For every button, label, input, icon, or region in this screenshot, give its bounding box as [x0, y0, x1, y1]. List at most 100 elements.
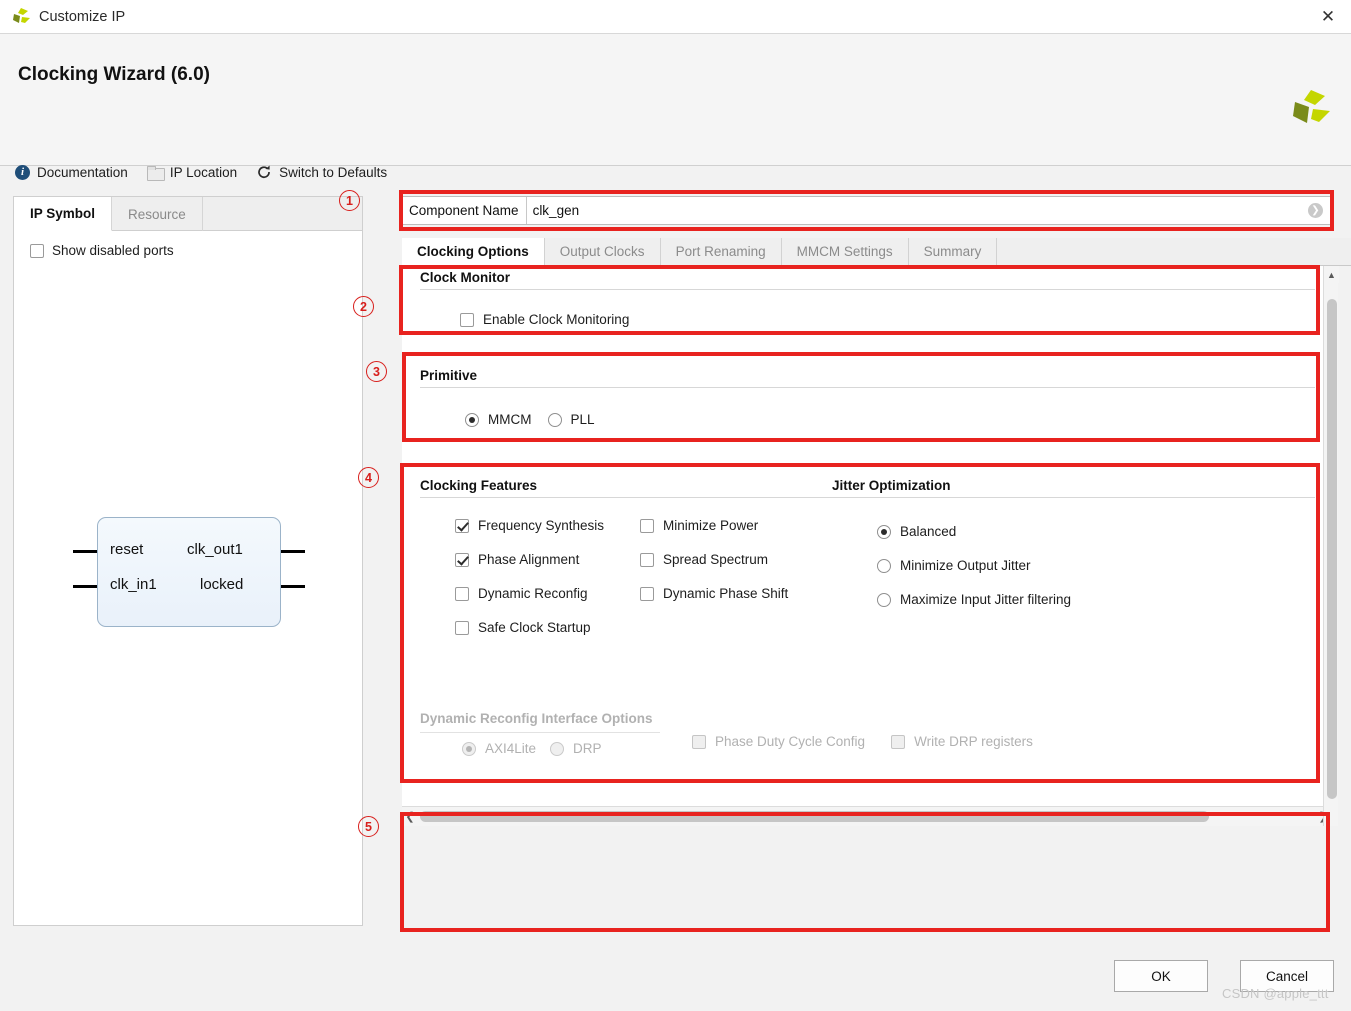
tab-output-clocks[interactable]: Output Clocks	[545, 238, 661, 265]
safe-clock-startup-checkbox[interactable]	[455, 620, 469, 635]
dynamic-reconfig-title: Dynamic Reconfig Interface Options	[420, 711, 653, 726]
clocking-features-title: Clocking Features	[420, 478, 538, 493]
jitter-minimize-output-row[interactable]: Minimize Output Jitter	[877, 558, 1315, 573]
primitive-pll-row[interactable]: PLL	[547, 412, 595, 427]
feature-dynamic-reconfig-row[interactable]: Dynamic Reconfig	[455, 586, 640, 601]
jitter-maximize-input-label: Maximize Input Jitter filtering	[900, 592, 1072, 607]
tab-port-renaming[interactable]: Port Renaming	[661, 238, 782, 265]
xilinx-brand-icon	[1287, 86, 1333, 132]
feature-frequency-synthesis-row[interactable]: Frequency Synthesis	[455, 518, 640, 533]
window-title: Customize IP	[39, 8, 126, 25]
jitter-minimize-output-radio[interactable]	[877, 558, 891, 573]
tab-summary[interactable]: Summary	[909, 238, 998, 265]
dynamic-phase-shift-label: Dynamic Phase Shift	[663, 586, 789, 601]
spread-spectrum-checkbox[interactable]	[640, 552, 654, 567]
customize-ip-window: Customize IP ✕ Clocking Wizard (6.0) i D…	[0, 0, 1351, 1011]
main-tabs: Clocking Options Output Clocks Port Rena…	[402, 238, 1351, 266]
safe-clock-startup-label: Safe Clock Startup	[478, 620, 591, 635]
switch-to-defaults-label: Switch to Defaults	[279, 164, 388, 180]
dynamic-phase-shift-checkbox[interactable]	[640, 586, 654, 601]
drp-drp-row: DRP	[550, 741, 602, 756]
frequency-synthesis-checkbox[interactable]	[455, 518, 469, 533]
jitter-balanced-row[interactable]: Balanced	[877, 524, 1315, 539]
content-vertical-scrollbar[interactable]: ▲	[1323, 266, 1339, 826]
phase-alignment-label: Phase Alignment	[478, 552, 580, 567]
pin-clk-in1	[73, 585, 97, 588]
minimize-power-checkbox[interactable]	[640, 518, 654, 533]
tab-mmcm-settings[interactable]: MMCM Settings	[782, 238, 909, 265]
ip-symbol-block	[97, 517, 281, 627]
clock-monitor-title: Clock Monitor	[420, 270, 510, 285]
left-pane-tabs: IP Symbol Resource	[14, 197, 362, 231]
feature-dynamic-phase-shift-row[interactable]: Dynamic Phase Shift	[640, 586, 820, 601]
jitter-maximize-input-radio[interactable]	[877, 592, 891, 607]
ok-button[interactable]: OK	[1114, 960, 1208, 992]
jitter-optimization-group: Jitter Optimization Balanced Minimize Ou…	[832, 478, 1315, 607]
annotation-marker-2: 2	[353, 296, 374, 317]
primitive-mmcm-row[interactable]: MMCM	[465, 412, 532, 427]
chevron-left-icon[interactable]: ❮	[402, 810, 418, 823]
component-name-input[interactable]	[525, 197, 1308, 224]
ip-location-button[interactable]: IP Location	[146, 165, 237, 181]
table-horizontal-scrollbar[interactable]: ❮ ❯	[402, 806, 1331, 826]
close-icon[interactable]: ✕	[1305, 0, 1351, 33]
frequency-synthesis-label: Frequency Synthesis	[478, 518, 605, 533]
drp-axi4lite-row: AXI4Lite	[462, 741, 536, 756]
page-title: Clocking Wizard (6.0)	[18, 64, 210, 85]
pin-clk-out1	[281, 550, 305, 553]
tab-clocking-options[interactable]: Clocking Options	[402, 238, 545, 265]
primitive-pll-radio[interactable]	[547, 412, 562, 427]
phase-alignment-checkbox[interactable]	[455, 552, 469, 567]
feature-minimize-power-row[interactable]: Minimize Power	[640, 518, 820, 533]
documentation-label: Documentation	[37, 164, 128, 180]
spread-spectrum-label: Spread Spectrum	[663, 552, 769, 567]
component-name-row: Component Name ❯	[402, 196, 1331, 225]
clocking-features-group: Clocking Features Frequency Synthesis Ph…	[420, 478, 835, 635]
component-name-label: Component Name	[409, 203, 519, 218]
jitter-balanced-radio[interactable]	[877, 524, 891, 539]
tab-ip-symbol[interactable]: IP Symbol	[14, 197, 113, 231]
write-drp-registers-checkbox	[891, 734, 906, 749]
clocking-options-panel: Clock Monitor Enable Clock Monitoring Pr…	[402, 266, 1331, 826]
feature-phase-alignment-row[interactable]: Phase Alignment	[455, 552, 640, 567]
pin-locked	[281, 585, 305, 588]
documentation-button[interactable]: i Documentation	[15, 164, 128, 180]
show-disabled-ports-checkbox[interactable]	[30, 243, 44, 258]
hscroll-track[interactable]	[418, 811, 1315, 822]
drp-radio	[550, 741, 565, 756]
minimize-power-label: Minimize Power	[663, 518, 759, 533]
phase-duty-cycle-config-label: Phase Duty Cycle Config	[715, 734, 866, 749]
dynamic-reconfig-checkbox[interactable]	[455, 586, 469, 601]
primitive-group: Primitive MMCM PLL	[420, 368, 1315, 427]
enable-clock-monitoring-checkbox[interactable]	[460, 312, 474, 327]
jitter-maximize-input-row[interactable]: Maximize Input Jitter filtering	[877, 592, 1315, 607]
annotation-marker-1: 1	[339, 190, 360, 211]
header: Clocking Wizard (6.0) i Documentation IP…	[0, 34, 1351, 181]
symbol-label-reset: reset	[110, 541, 144, 558]
symbol-label-clk-out1: clk_out1	[187, 541, 243, 558]
title-bar: Customize IP ✕	[0, 0, 1351, 34]
symbol-label-locked: locked	[200, 576, 244, 593]
annotation-marker-4: 4	[358, 467, 379, 488]
annotation-marker-3: 3	[366, 361, 387, 382]
primitive-title: Primitive	[420, 368, 478, 383]
tab-resource[interactable]: Resource	[112, 197, 203, 231]
primitive-mmcm-label: MMCM	[488, 412, 532, 427]
switch-to-defaults-button[interactable]: Switch to Defaults	[256, 164, 387, 180]
feature-safe-clock-startup-row[interactable]: Safe Clock Startup	[455, 620, 640, 635]
write-drp-registers-label: Write DRP registers	[914, 734, 1033, 749]
chevron-up-icon[interactable]: ▲	[1324, 266, 1339, 283]
jitter-minimize-output-label: Minimize Output Jitter	[900, 558, 1031, 573]
hscroll-thumb[interactable]	[420, 811, 1210, 822]
write-drp-registers-row: Write DRP registers	[891, 734, 1033, 749]
primitive-mmcm-radio[interactable]	[465, 412, 479, 427]
tab-filler	[997, 238, 1351, 265]
show-disabled-ports-row[interactable]: Show disabled ports	[14, 231, 362, 258]
clear-circle-icon[interactable]: ❯	[1308, 203, 1323, 218]
jitter-balanced-label: Balanced	[900, 524, 957, 539]
primitive-pll-label: PLL	[570, 412, 595, 427]
drp-label: DRP	[573, 741, 602, 756]
vscroll-thumb[interactable]	[1327, 299, 1337, 799]
enable-clock-monitoring-row[interactable]: Enable Clock Monitoring	[460, 312, 1315, 327]
feature-spread-spectrum-row[interactable]: Spread Spectrum	[640, 552, 820, 567]
